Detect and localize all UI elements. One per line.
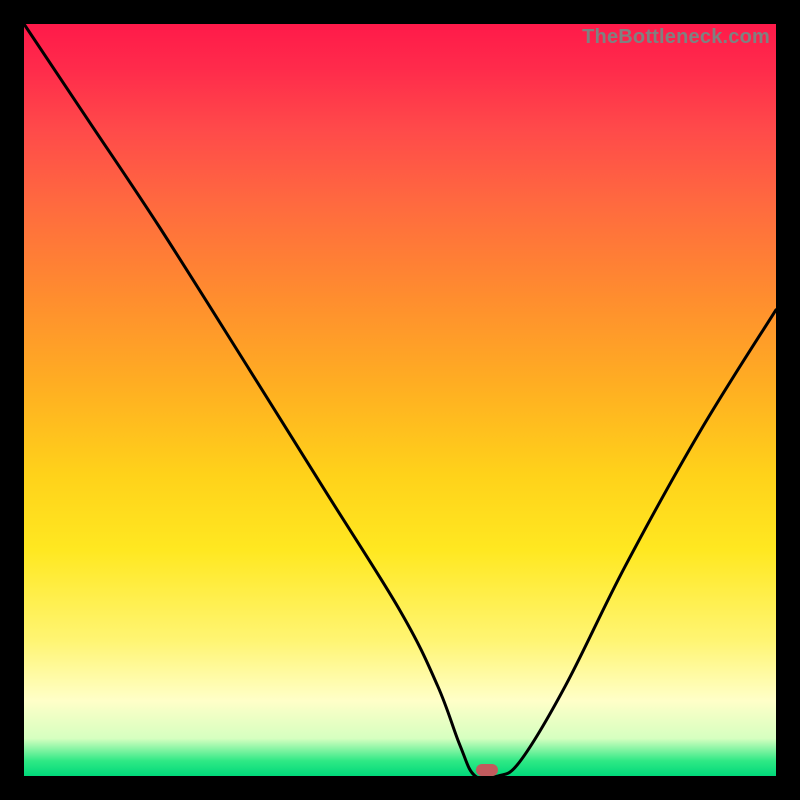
curve-path — [24, 24, 776, 779]
bottleneck-curve — [24, 24, 776, 776]
chart-frame: TheBottleneck.com — [0, 0, 800, 800]
plot-area: TheBottleneck.com — [24, 24, 776, 776]
